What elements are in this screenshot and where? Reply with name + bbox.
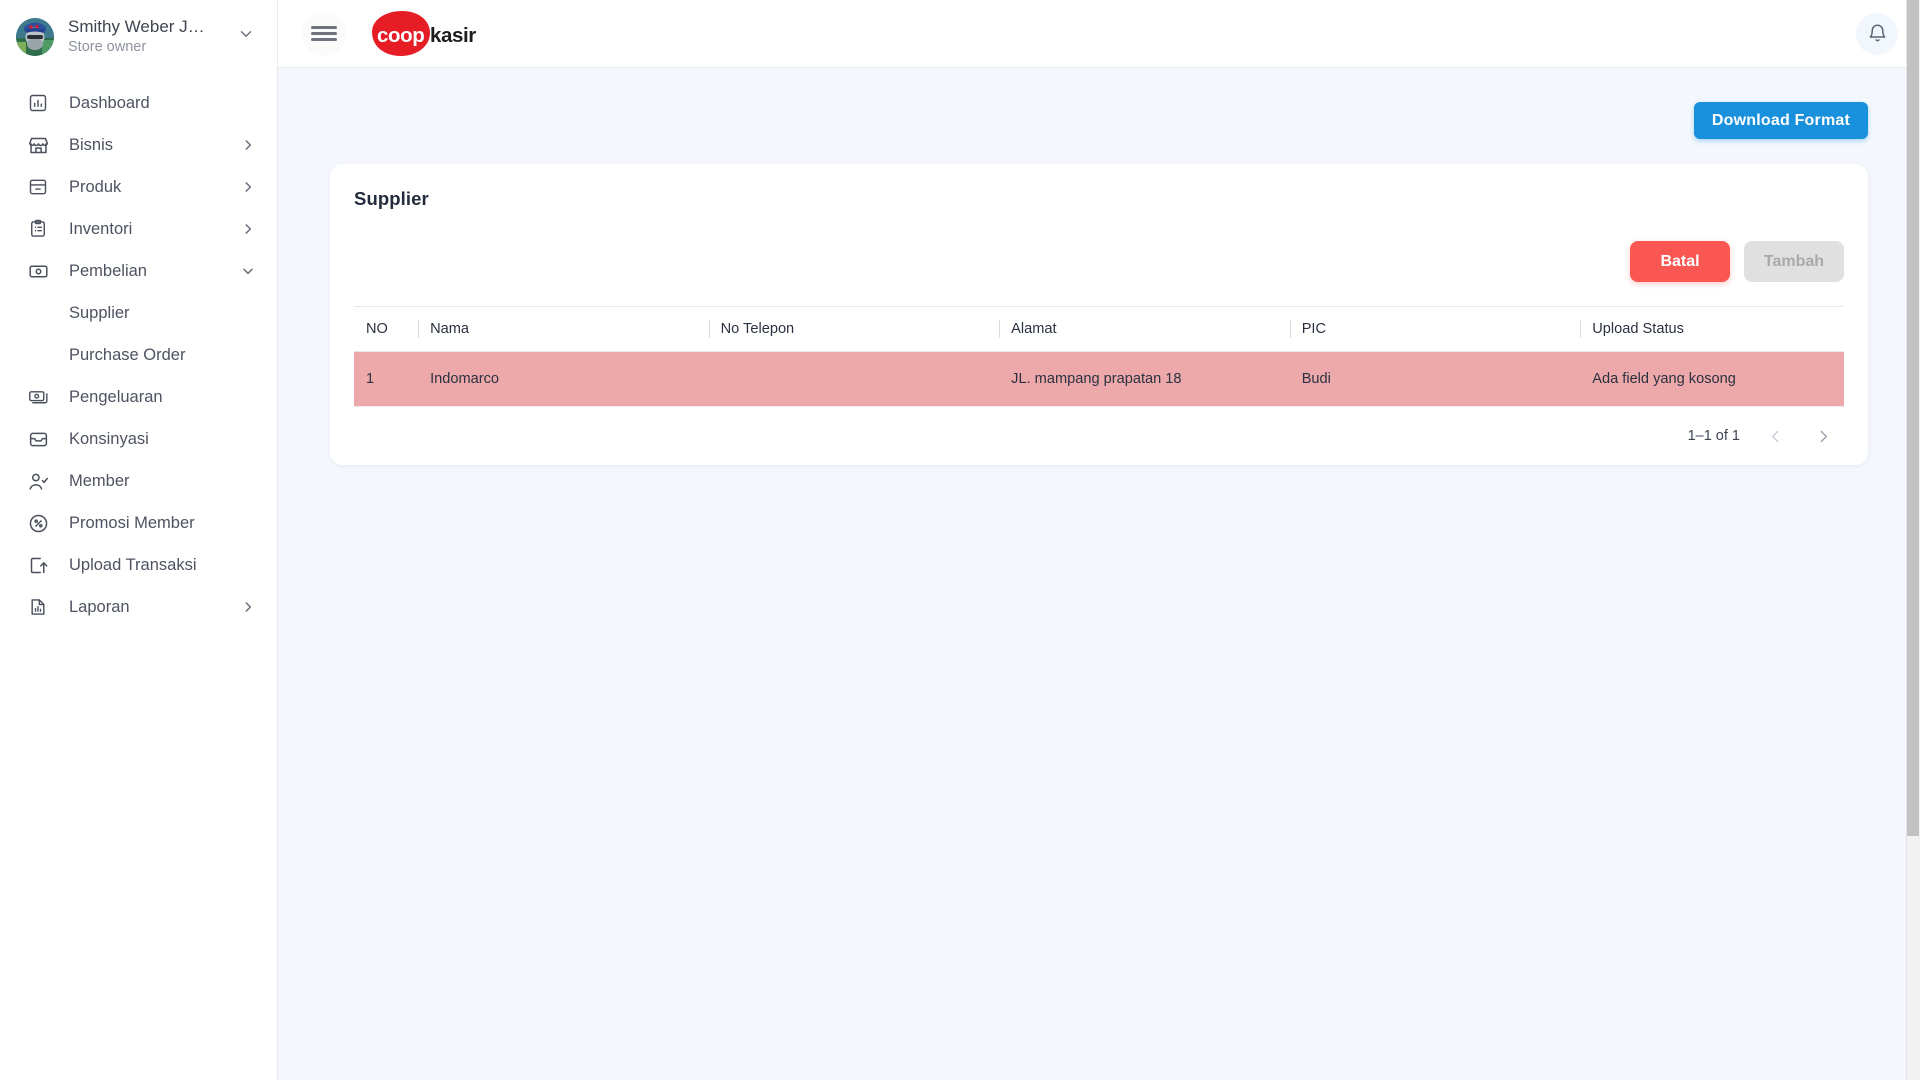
store-icon xyxy=(27,134,49,156)
sidebar-subitem-label: Purchase Order xyxy=(69,346,185,365)
column-header-nama: Nama xyxy=(418,307,709,352)
download-format-button[interactable]: Download Format xyxy=(1694,102,1868,139)
sidebar-item-produk[interactable]: Produk xyxy=(0,166,277,208)
column-header-no: NO xyxy=(354,307,418,352)
cell-no-telepon xyxy=(709,352,1000,407)
file-upload-icon xyxy=(27,554,49,576)
pagination-range: 1–1 of 1 xyxy=(1688,428,1740,444)
sidebar-item-pengeluaran[interactable]: Pengeluaran xyxy=(0,376,277,418)
hamburger-menu-icon[interactable] xyxy=(302,12,346,56)
avatar xyxy=(16,18,54,56)
user-profile-block[interactable]: Smithy Weber J… Store owner xyxy=(0,0,277,68)
sidebar-item-label: Pengeluaran xyxy=(69,388,255,407)
sidebar-item-label: Inventori xyxy=(69,220,241,239)
sidebar-item-upload-transaksi[interactable]: Upload Transaksi xyxy=(0,544,277,586)
cancel-button[interactable]: Batal xyxy=(1630,241,1730,282)
add-button: Tambah xyxy=(1744,241,1844,282)
chevron-right-icon xyxy=(241,222,255,236)
sidebar-item-label: Konsinyasi xyxy=(69,430,255,449)
cell-pic: Budi xyxy=(1290,352,1581,407)
table-container: NO Nama No Telepon Alamat PIC Upload Sta… xyxy=(330,306,1868,407)
sidebar-item-label: Pembelian xyxy=(69,262,241,281)
user-name: Smithy Weber J… xyxy=(68,16,237,37)
sidebar-item-label: Produk xyxy=(69,178,241,197)
box-icon xyxy=(27,176,49,198)
banknotes-icon xyxy=(27,386,49,408)
cell-no: 1 xyxy=(354,352,418,407)
scrollbar-thumb[interactable] xyxy=(1907,0,1919,836)
page-action-row: Download Format xyxy=(330,102,1868,139)
svg-text:kasir: kasir xyxy=(430,24,476,47)
supplier-table: NO Nama No Telepon Alamat PIC Upload Sta… xyxy=(354,306,1844,407)
content-area: Download Format Supplier Batal Tambah xyxy=(278,68,1920,1080)
sidebar-item-purchase-order[interactable]: Purchase Order xyxy=(0,334,277,376)
column-header-no-telepon: No Telepon xyxy=(709,307,1000,352)
percent-circle-icon xyxy=(27,512,49,534)
sidebar-item-dashboard[interactable]: Dashboard xyxy=(0,82,277,124)
sidebar-item-laporan[interactable]: Laporan xyxy=(0,586,277,628)
sidebar-item-bisnis[interactable]: Bisnis xyxy=(0,124,277,166)
inbox-icon xyxy=(27,428,49,450)
sidebar-item-label: Upload Transaksi xyxy=(69,556,255,575)
cash-icon xyxy=(27,260,49,282)
sidebar-item-promosi-member[interactable]: Promosi Member xyxy=(0,502,277,544)
chevron-left-icon xyxy=(1762,423,1788,449)
chevron-down-icon[interactable] xyxy=(237,25,257,48)
notification-bell-icon[interactable] xyxy=(1856,13,1898,55)
chevron-right-icon xyxy=(241,138,255,152)
report-file-icon xyxy=(27,596,49,618)
topbar: coop kasir xyxy=(278,0,1920,68)
column-header-pic: PIC xyxy=(1290,307,1581,352)
table-header-row: NO Nama No Telepon Alamat PIC Upload Sta… xyxy=(354,307,1844,352)
pagination: 1–1 of 1 xyxy=(330,407,1868,465)
cell-alamat: JL. mampang prapatan 18 xyxy=(999,352,1290,407)
sidebar-item-supplier[interactable]: Supplier xyxy=(0,292,277,334)
chevron-right-icon xyxy=(241,180,255,194)
column-header-upload-status: Upload Status xyxy=(1580,307,1844,352)
card-action-row: Batal Tambah xyxy=(330,210,1868,282)
sidebar-item-inventori[interactable]: Inventori xyxy=(0,208,277,250)
chevron-right-icon[interactable] xyxy=(1810,423,1836,449)
page-title: Supplier xyxy=(330,188,1868,210)
sidebar-item-label: Laporan xyxy=(69,598,241,617)
chevron-right-icon xyxy=(241,600,255,614)
sidebar-item-label: Bisnis xyxy=(69,136,241,155)
clipboard-list-icon xyxy=(27,218,49,240)
cell-nama: Indomarco xyxy=(418,352,709,407)
sidebar-item-pembelian[interactable]: Pembelian xyxy=(0,250,277,292)
user-check-icon xyxy=(27,470,49,492)
user-text: Smithy Weber J… Store owner xyxy=(68,16,237,57)
bar-chart-icon xyxy=(27,92,49,114)
user-role: Store owner xyxy=(68,38,237,57)
sidebar-item-konsinyasi[interactable]: Konsinyasi xyxy=(0,418,277,460)
supplier-card: Supplier Batal Tambah NO xyxy=(330,164,1868,465)
chevron-down-icon xyxy=(241,264,255,278)
sidebar-item-label: Member xyxy=(69,472,255,491)
page-scrollbar[interactable] xyxy=(1906,0,1920,1080)
user-avatar-photo xyxy=(16,18,54,56)
app-root: Smithy Weber J… Store owner Dashboard Bi… xyxy=(0,0,1920,1080)
table-body: 1 Indomarco JL. mampang prapatan 18 Budi… xyxy=(354,352,1844,407)
column-header-alamat: Alamat xyxy=(999,307,1290,352)
sidebar-item-label: Dashboard xyxy=(69,94,255,113)
cell-upload-status: Ada field yang kosong xyxy=(1580,352,1844,407)
sidebar-subitem-label: Supplier xyxy=(69,304,130,323)
table-row[interactable]: 1 Indomarco JL. mampang prapatan 18 Budi… xyxy=(354,352,1844,407)
sidebar-nav: Dashboard Bisnis Produk xyxy=(0,68,277,628)
main-area: coop kasir Download Format Supplier Bata… xyxy=(278,0,1920,1080)
svg-text:coop: coop xyxy=(377,24,424,47)
table-header: NO Nama No Telepon Alamat PIC Upload Sta… xyxy=(354,307,1844,352)
sidebar-item-label: Promosi Member xyxy=(69,514,255,533)
coopkasir-logo[interactable]: coop kasir xyxy=(368,10,488,58)
sidebar: Smithy Weber J… Store owner Dashboard Bi… xyxy=(0,0,278,1080)
sidebar-item-member[interactable]: Member xyxy=(0,460,277,502)
